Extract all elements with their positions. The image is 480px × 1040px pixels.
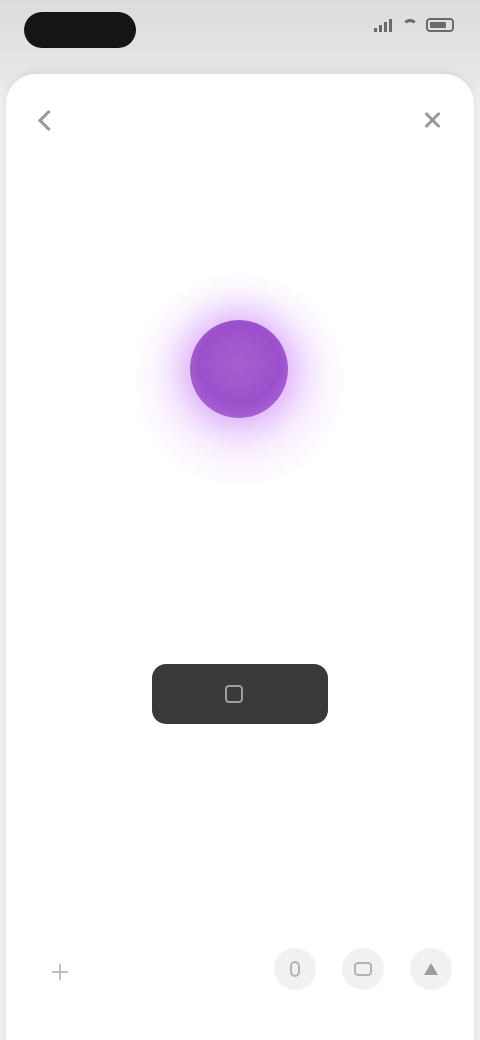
send-button[interactable] [410, 948, 452, 990]
bottom-bar [6, 934, 474, 1014]
phone-screen [0, 0, 480, 1040]
chevron-left-icon [37, 109, 59, 131]
status-bar [0, 0, 480, 66]
sheet-header [6, 74, 474, 160]
close-icon [423, 111, 441, 129]
bottom-actions [274, 948, 452, 990]
send-icon [424, 963, 438, 975]
add-button[interactable] [40, 952, 80, 992]
orb-icon [190, 320, 288, 418]
modal-sheet [6, 74, 474, 1040]
orb-label [170, 448, 310, 466]
button-icon [225, 685, 243, 703]
signal-icon [374, 18, 394, 32]
back-button[interactable] [28, 100, 68, 140]
close-button[interactable] [412, 100, 452, 140]
battery-icon [426, 18, 454, 32]
camera-button[interactable] [342, 948, 384, 990]
status-time-pill [24, 12, 136, 48]
status-icons [374, 18, 454, 32]
wifi-icon [402, 19, 418, 31]
mic-button[interactable] [274, 948, 316, 990]
primary-action-button[interactable] [152, 664, 328, 724]
camera-icon [354, 962, 372, 976]
plus-icon [52, 964, 68, 980]
mic-icon [290, 961, 300, 977]
